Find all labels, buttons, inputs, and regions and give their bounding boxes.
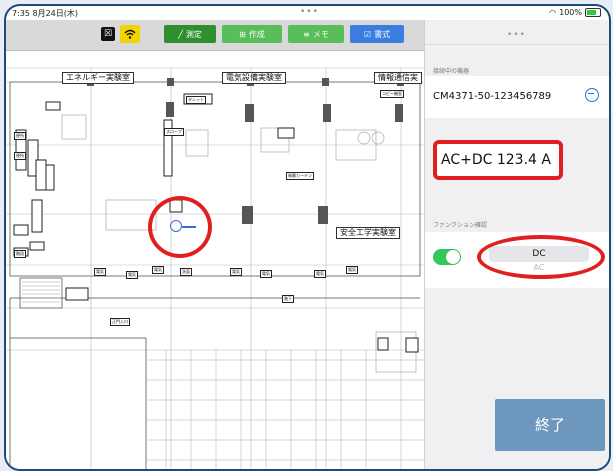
plan-tag: 階下: [282, 295, 294, 303]
device-id: CM4371-50-123456789: [433, 91, 552, 102]
wifi-icon: [124, 29, 136, 39]
create-button[interactable]: ⊞ 作成: [222, 25, 282, 43]
small-symbols: [13, 93, 419, 353]
plan-tag: 正門入口: [110, 318, 130, 326]
wifi-status-icon: ◠: [549, 8, 557, 17]
room-label-safety: 安全工学実験室: [336, 227, 400, 239]
plan-tag: タレット: [186, 96, 206, 104]
plan-tag: 電気: [94, 268, 106, 276]
wifi-toggle-button[interactable]: [120, 25, 140, 43]
room-label-info: 情報通信実: [374, 72, 422, 84]
document-label: 書式: [374, 29, 391, 39]
room-label-electrical: 電気設備実験室: [222, 72, 286, 84]
plan-tag: 電気: [346, 266, 358, 274]
plan-tag: 階段: [14, 250, 26, 258]
lines-icon: ≡: [303, 29, 310, 39]
panel-grabber-dots[interactable]: •••: [507, 30, 526, 40]
floor-plan-canvas[interactable]: エネルギー実験室 電気設備実験室 情報通信実 安全工学実験室 便所 便所 スロー…: [6, 20, 424, 469]
grid-icon: ⊞: [239, 29, 246, 39]
plan-tag: 暗幕カーテン: [286, 172, 314, 180]
columns: [87, 78, 404, 224]
status-time-date: 7:35 8月24日(木): [12, 9, 79, 18]
plan-tag: 便所: [14, 132, 26, 140]
plan-tag: 電気: [126, 271, 138, 279]
connected-device-label: 接続中の機器: [433, 68, 470, 75]
connected-device-card[interactable]: CM4371-50-123456789: [425, 76, 609, 118]
pen-icon: ╱: [178, 29, 183, 39]
multitask-dots[interactable]: •••: [300, 7, 319, 17]
plan-tag: 電気: [230, 268, 242, 276]
plan-tag: 電気: [314, 270, 326, 278]
measure-label: 測定: [185, 29, 202, 39]
highlight-circle-picker: [477, 235, 605, 279]
plan-tag: スロープ: [164, 128, 184, 136]
refresh-connection-icon[interactable]: [585, 88, 599, 102]
measurement-point-marker[interactable]: [170, 220, 182, 232]
measurement-reading-box: AC+DC 123.4 A: [433, 140, 563, 180]
lower-grid: [146, 350, 424, 469]
furniture: [61, 114, 417, 373]
panel-divider: [425, 44, 609, 45]
measurement-reading: AC+DC 123.4 A: [441, 152, 551, 168]
device-frame: 7:35 8月24日(木) ••• ◠ 100% エネルギー実験室 電気設備実験…: [4, 4, 611, 471]
battery-percent: 100%: [559, 8, 582, 17]
memo-label: メモ: [312, 29, 329, 39]
toolbar: ☒ ╱ 測定 ⊞ 作成 ≡ メモ ☑ 書式: [6, 20, 424, 51]
room-label-energy: エネルギー実験室: [62, 72, 134, 84]
plan-tag: コピー機室: [380, 90, 404, 98]
toggle-knob: [446, 250, 460, 264]
function-toggle[interactable]: [433, 249, 461, 265]
stairs: [22, 281, 60, 303]
plan-tag: 電気: [260, 270, 272, 278]
function-check-card: DC AC: [425, 232, 609, 288]
grid-lines: [6, 67, 424, 469]
measure-button[interactable]: ╱ 測定: [164, 25, 216, 43]
battery-icon: [585, 8, 601, 17]
end-button[interactable]: 終了: [495, 399, 605, 451]
document-button[interactable]: ☑ 書式: [350, 25, 404, 43]
plan-tag: 電気: [152, 266, 164, 274]
marker-pointer-line: [182, 226, 196, 228]
status-bar: 7:35 8月24日(木) ••• ◠ 100%: [6, 6, 609, 20]
function-check-label: ファンクション確認: [433, 222, 488, 229]
create-label: 作成: [248, 29, 265, 39]
close-icon[interactable]: ☒: [101, 27, 115, 41]
memo-button[interactable]: ≡ メモ: [288, 25, 344, 43]
floor-plan-drawing: [6, 67, 424, 469]
side-panel: ••• 接続中の機器 CM4371-50-123456789 AC+DC 123…: [424, 20, 609, 469]
document-icon: ☑: [363, 29, 372, 39]
plan-tag: 便所: [14, 152, 26, 160]
status-right: ◠ 100%: [549, 8, 601, 17]
plan-tag: 洗面: [180, 268, 192, 276]
